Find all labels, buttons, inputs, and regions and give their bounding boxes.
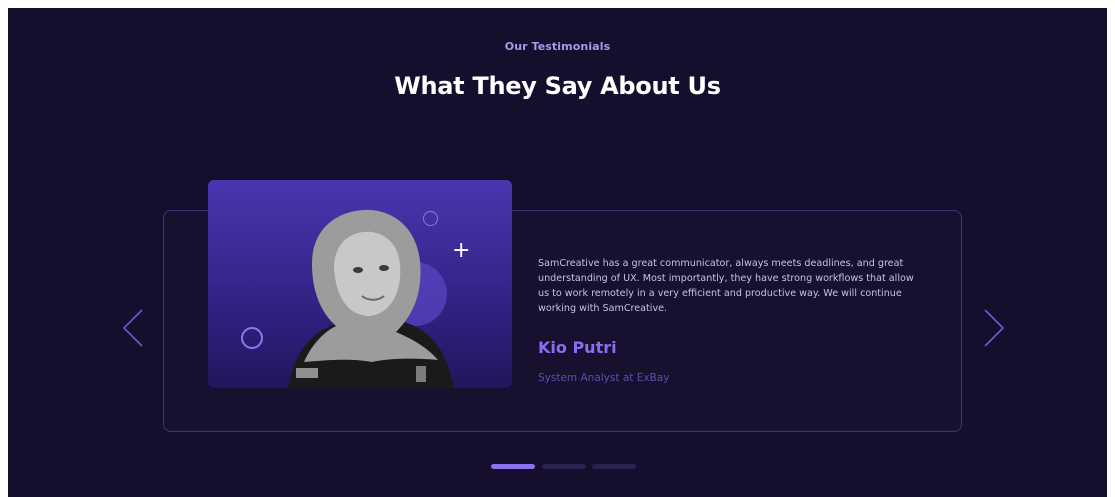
decorative-ring-icon xyxy=(241,327,263,349)
prev-slide-button[interactable] xyxy=(122,308,144,348)
testimonial-author-role: System Analyst at ExBay xyxy=(538,372,670,384)
chevron-right-icon xyxy=(984,309,1005,347)
testimonials-section: Our Testimonials What They Say About Us … xyxy=(8,8,1107,497)
section-subtitle: Our Testimonials xyxy=(504,40,611,53)
pagination-dot-2[interactable] xyxy=(542,464,586,469)
testimonial-author-name: Kio Putri xyxy=(538,338,617,357)
testimonial-photo: + xyxy=(208,180,512,388)
pagination-dot-3[interactable] xyxy=(592,464,636,469)
chevron-left-icon xyxy=(122,309,143,347)
testimonial-quote: SamCreative has a great communicator, al… xyxy=(538,258,914,314)
section-title: What They Say About Us xyxy=(394,72,721,100)
person-portrait xyxy=(288,209,454,388)
next-slide-button[interactable] xyxy=(983,308,1005,348)
pagination-dot-1[interactable] xyxy=(491,464,535,469)
